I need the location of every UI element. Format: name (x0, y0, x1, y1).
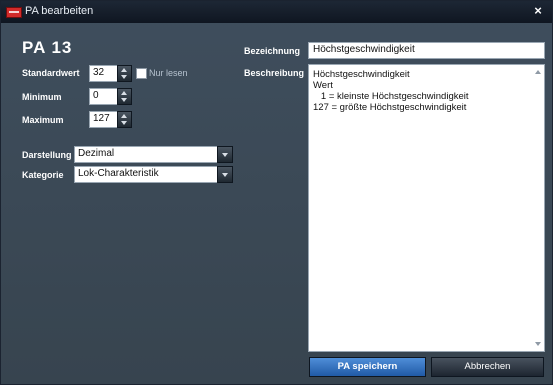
darstellung-label: Darstellung (22, 150, 72, 160)
maximum-value: 127 (93, 113, 110, 124)
standardwert-input[interactable]: 32 (89, 65, 119, 82)
app-icon (6, 7, 22, 18)
stepper-up-icon[interactable] (121, 68, 127, 72)
maximum-label: Maximum (22, 115, 64, 125)
scroll-up-icon[interactable] (535, 70, 541, 74)
window-title: PA bearbeiten (25, 5, 94, 17)
bezeichnung-input[interactable]: Höchstgeschwindigkeit (308, 42, 545, 59)
stepper-down-icon[interactable] (121, 98, 127, 102)
nur-lesen-label: Nur lesen (149, 68, 188, 78)
pa-number-heading: PA 13 (22, 38, 73, 57)
description-line: Höchstgeschwindigkeit (313, 69, 410, 80)
kategorie-label: Kategorie (22, 170, 64, 180)
kategorie-select[interactable]: Lok-Charakteristik (74, 166, 233, 183)
minimum-label: Minimum (22, 92, 62, 102)
darstellung-value: Dezimal (78, 148, 115, 159)
stepper-down-icon[interactable] (121, 75, 127, 79)
stepper-up-icon[interactable] (121, 114, 127, 118)
chevron-down-icon[interactable] (217, 166, 233, 183)
minimum-value: 0 (93, 90, 99, 101)
scroll-down-icon[interactable] (535, 342, 541, 346)
bezeichnung-label: Bezeichnung (244, 46, 301, 56)
save-button[interactable]: PA speichern (309, 357, 426, 377)
maximum-input[interactable]: 127 (89, 111, 119, 128)
standardwert-value: 32 (93, 67, 105, 78)
darstellung-select[interactable]: Dezimal (74, 146, 233, 163)
close-icon[interactable]: × (530, 3, 546, 19)
minimum-stepper[interactable] (117, 88, 132, 105)
description-line: Wert (313, 80, 333, 91)
stepper-down-icon[interactable] (121, 121, 127, 125)
standardwert-stepper[interactable] (117, 65, 132, 82)
kategorie-value: Lok-Charakteristik (78, 168, 159, 179)
minimum-input[interactable]: 0 (89, 88, 119, 105)
stepper-up-icon[interactable] (121, 91, 127, 95)
title-bar[interactable]: PA bearbeiten × (1, 1, 552, 23)
nur-lesen-checkbox[interactable] (136, 68, 147, 79)
maximum-stepper[interactable] (117, 111, 132, 128)
bezeichnung-value: Höchstgeschwindigkeit (313, 44, 415, 55)
chevron-down-icon[interactable] (217, 146, 233, 163)
standardwert-label: Standardwert (22, 68, 80, 78)
description-line: 127 = größte Höchstgeschwindigkeit (313, 102, 467, 113)
beschreibung-label: Beschreibung (244, 68, 305, 78)
dialog-window: PA bearbeiten × PA 13 Standardwert 32 Nu… (0, 0, 553, 385)
cancel-button[interactable]: Abbrechen (431, 357, 544, 377)
beschreibung-textarea[interactable]: Höchstgeschwindigkeit Wert 1 = kleinste … (308, 64, 545, 352)
description-line: 1 = kleinste Höchstgeschwindigkeit (313, 91, 469, 102)
